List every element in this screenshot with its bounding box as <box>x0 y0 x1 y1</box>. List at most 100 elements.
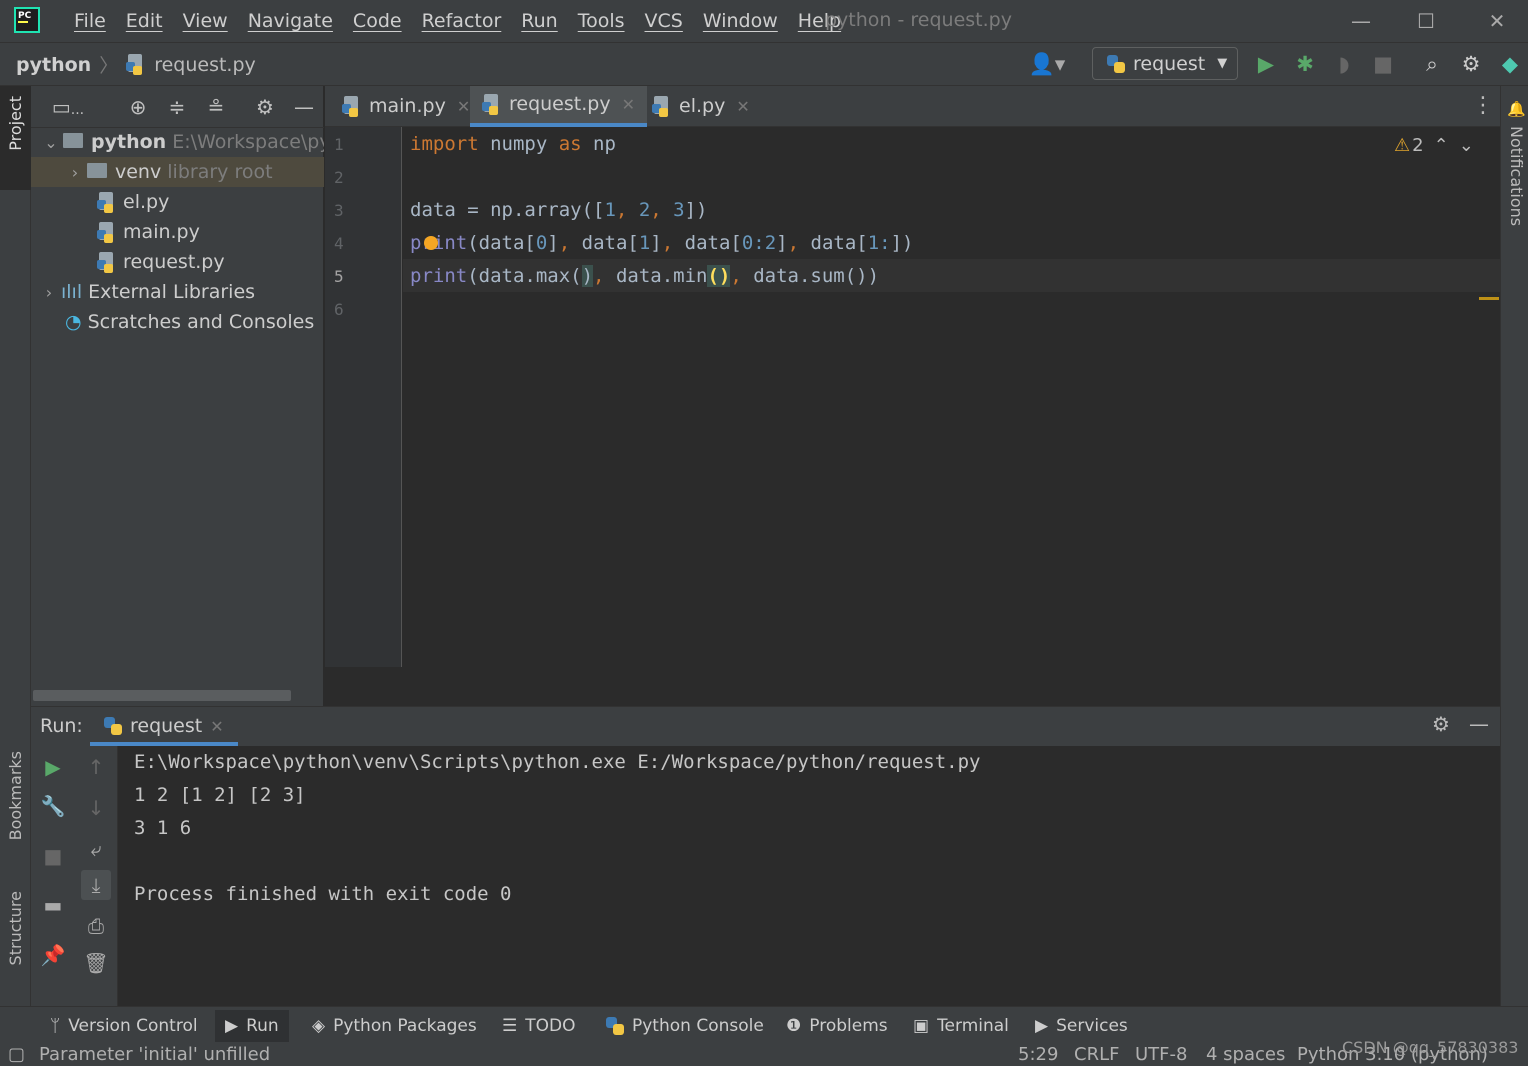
account-icon[interactable]: 👤▾ <box>1026 50 1068 78</box>
menu-view[interactable]: View <box>173 6 238 36</box>
rerun-icon[interactable]: ▶ <box>38 752 68 782</box>
menu-navigate[interactable]: Navigate <box>238 6 343 36</box>
run-settings-icon[interactable]: ⚙ <box>1428 712 1454 738</box>
tree-item-request-py[interactable]: request.py <box>31 247 324 277</box>
close-tab-icon[interactable]: ✕ <box>736 86 749 127</box>
tab-main-py[interactable]: main.py ✕ <box>330 86 482 127</box>
chevron-right-icon[interactable]: › <box>37 278 61 307</box>
notifications-bell-icon[interactable]: 🔔 <box>1507 100 1526 118</box>
code-line-3[interactable]: data = np.array([1, 2, 3]) <box>410 194 708 227</box>
search-icon[interactable]: ⌕ <box>1418 50 1446 78</box>
tool-python-console[interactable]: Python Console <box>596 1010 774 1042</box>
stop-icon[interactable]: ■ <box>1369 50 1397 78</box>
locate-file-icon[interactable]: ⊕ <box>125 94 151 120</box>
tool-terminal[interactable]: ▣ Terminal <box>903 1010 1019 1042</box>
tree-item-scratches[interactable]: ◔ Scratches and Consoles <box>31 307 324 337</box>
console-output[interactable] <box>118 746 1500 1006</box>
settings-gear-icon[interactable]: ⚙ <box>1457 50 1485 78</box>
chevron-right-icon[interactable]: › <box>63 158 87 187</box>
tool-todo[interactable]: ☰ TODO <box>492 1010 586 1042</box>
file-encoding[interactable]: UTF-8 <box>1135 1044 1187 1065</box>
run-tab-request[interactable]: request ✕ <box>90 710 238 746</box>
project-tool-label[interactable]: Project <box>6 96 25 151</box>
horizontal-scrollbar[interactable] <box>33 690 291 701</box>
print-icon[interactable]: ⎙ <box>81 911 111 941</box>
stop-icon[interactable]: ■ <box>38 841 68 871</box>
close-tab-icon[interactable]: ✕ <box>457 86 470 127</box>
clear-all-trash-icon[interactable]: 🗑 <box>81 948 111 978</box>
run-icon[interactable]: ▶ <box>1252 50 1280 78</box>
python-file-icon <box>652 95 672 118</box>
hide-panel-icon[interactable]: — <box>291 94 317 120</box>
intention-bulb-icon[interactable] <box>424 236 438 250</box>
chevron-down-icon[interactable]: ⌄ <box>39 128 63 157</box>
tree-item-el-py[interactable]: el.py <box>31 187 324 217</box>
jetbrains-toolbox-icon[interactable]: ◆ <box>1496 50 1524 78</box>
toggle-tool-windows-icon[interactable]: ▢ <box>8 1044 25 1065</box>
project-settings-icon[interactable]: ⚙ <box>252 94 278 120</box>
tab-label: el.py <box>679 95 726 117</box>
terminal-icon: ▣ <box>913 1016 930 1036</box>
tool-python-packages[interactable]: ◈ Python Packages <box>302 1010 487 1042</box>
chevron-up-icon[interactable]: ⌃ <box>1434 135 1449 156</box>
warning-icon: ⚠ 2 <box>1394 135 1424 156</box>
tool-services[interactable]: ▶ Services <box>1025 1010 1138 1042</box>
edit-configuration-icon[interactable]: 🔧 <box>38 791 68 821</box>
layout-icon[interactable]: ▬ <box>38 890 68 920</box>
caret-position[interactable]: 5:29 <box>1018 1044 1058 1065</box>
status-message[interactable]: Parameter 'initial' unfilled <box>39 1044 270 1065</box>
minimize-icon[interactable]: — <box>1344 4 1378 38</box>
tab-request-py[interactable]: request.py ✕ <box>470 86 647 127</box>
code-line-1[interactable]: import numpy as np <box>410 128 616 161</box>
tool-version-control[interactable]: ᛘ Version Control <box>40 1010 208 1042</box>
code-line-5[interactable]: print(data.max(), data.min(), data.sum()… <box>410 260 879 293</box>
menu-run[interactable]: Run <box>511 6 567 36</box>
menu-refactor[interactable]: Refactor <box>412 6 512 36</box>
close-tab-icon[interactable]: ✕ <box>210 717 223 736</box>
more-tabs-icon[interactable]: ⋮ <box>1472 93 1494 121</box>
indent-setting[interactable]: 4 spaces <box>1206 1044 1285 1065</box>
menu-file[interactable]: File <box>64 6 116 36</box>
tool-problems[interactable]: ❶ Problems <box>776 1010 898 1042</box>
tool-label: TODO <box>525 1016 576 1036</box>
notifications-tool-label[interactable]: Notifications <box>1507 126 1526 226</box>
coverage-icon[interactable]: ◗ <box>1330 50 1358 78</box>
expand-all-icon[interactable]: ≑ <box>164 94 190 120</box>
breadcrumb-file[interactable]: request.py <box>154 54 256 76</box>
tool-run[interactable]: ▶ Run <box>215 1010 289 1042</box>
debug-icon[interactable]: ✱ <box>1291 50 1319 78</box>
maximize-icon[interactable]: ☐ <box>1409 4 1443 38</box>
branch-icon: ᛘ <box>50 1016 61 1036</box>
chevron-down-icon[interactable]: ⌄ <box>1459 135 1474 156</box>
close-window-icon[interactable]: ✕ <box>1480 4 1514 38</box>
inspection-widget[interactable]: ⚠ 2 ⌃ ⌄ <box>1394 135 1474 156</box>
pin-tab-icon[interactable]: 📌 <box>38 940 68 970</box>
scroll-to-end-icon[interactable]: ⤓ <box>81 870 111 900</box>
soft-wrap-icon[interactable]: ⤶ <box>81 834 111 864</box>
tree-item-venv[interactable]: › venv library root <box>31 157 324 187</box>
tree-item-python[interactable]: ⌄ python E:\Workspace\pyt <box>31 127 324 157</box>
arrow-up-icon[interactable]: ↑ <box>81 752 111 782</box>
bookmarks-tool-label[interactable]: Bookmarks <box>6 751 25 840</box>
menu-edit[interactable]: Edit <box>116 6 173 36</box>
structure-tool-label[interactable]: Structure <box>6 891 25 965</box>
packages-icon: ◈ <box>312 1016 326 1036</box>
tree-item-external-libraries[interactable]: › ılıl External Libraries <box>31 277 324 307</box>
project-view-select[interactable]: ▭... <box>48 94 88 120</box>
tree-item-main-py[interactable]: main.py <box>31 217 324 247</box>
menu-code[interactable]: Code <box>343 6 412 36</box>
code-line-4[interactable]: print(data[0], data[1], data[0:2], data[… <box>410 227 914 260</box>
hide-run-panel-icon[interactable]: — <box>1466 712 1492 738</box>
menu-vcs[interactable]: VCS <box>635 6 693 36</box>
tab-el-py[interactable]: el.py ✕ <box>640 86 762 127</box>
folder-icon <box>87 163 107 178</box>
run-configuration-select[interactable]: request ▼ <box>1092 47 1238 80</box>
menu-window[interactable]: Window <box>693 6 788 36</box>
arrow-down-icon[interactable]: ↓ <box>81 793 111 823</box>
breadcrumb-project[interactable]: python <box>16 54 91 76</box>
collapse-all-icon[interactable]: ≗ <box>203 94 229 120</box>
warning-stripe-marker[interactable] <box>1479 297 1499 300</box>
line-separator[interactable]: CRLF <box>1074 1044 1119 1065</box>
menu-tools[interactable]: Tools <box>568 6 635 36</box>
close-tab-icon[interactable]: ✕ <box>622 84 635 125</box>
